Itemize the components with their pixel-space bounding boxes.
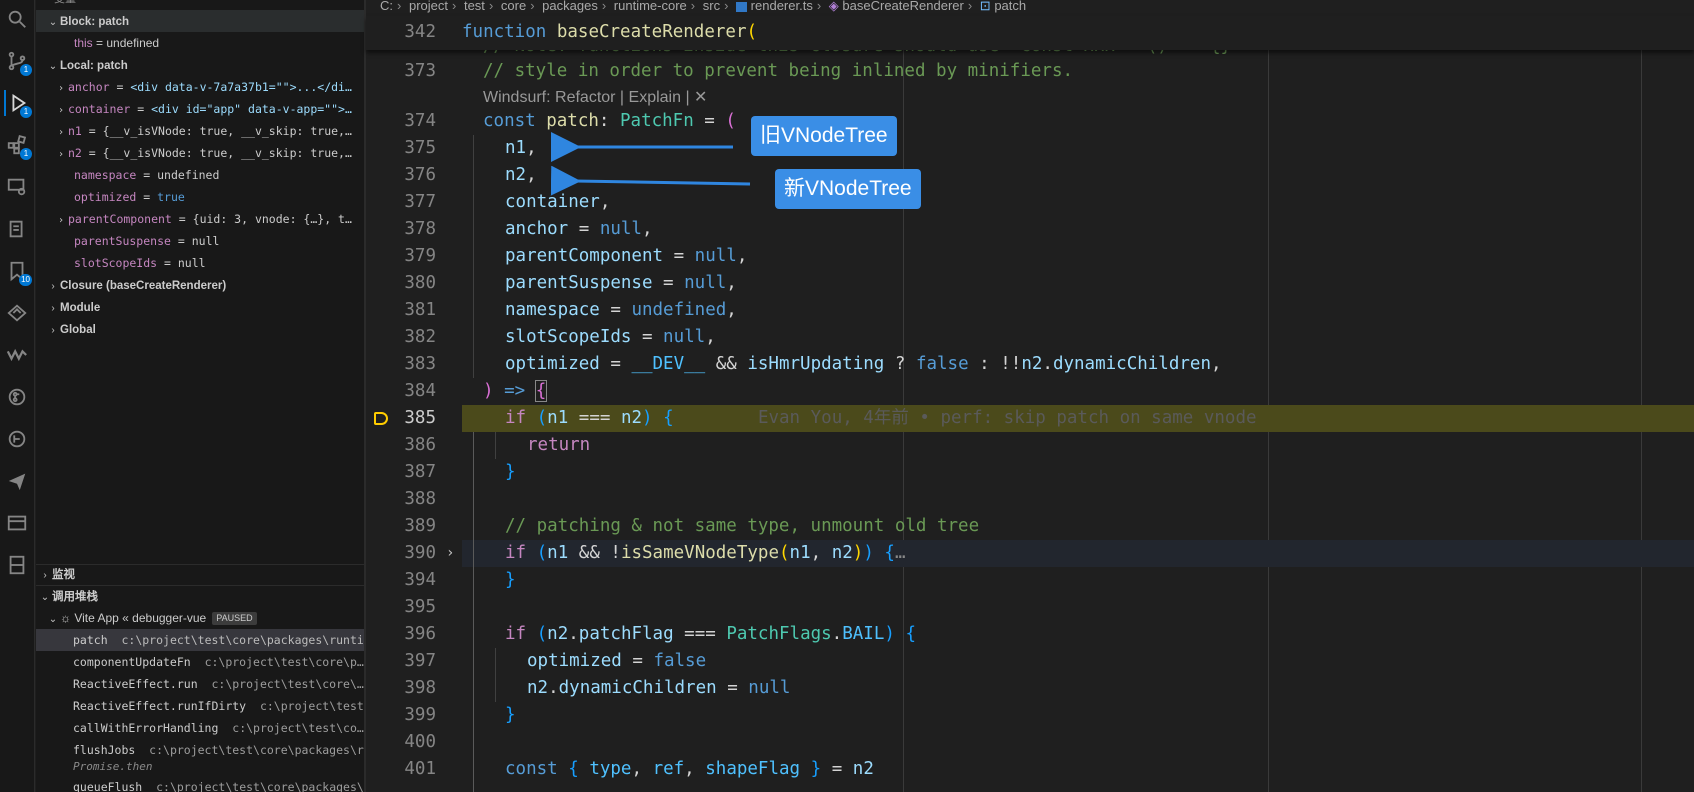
annotation-arrows [550,132,751,196]
call-stack-frame[interactable]: ReactiveEffect.run c:\project\test\core\… [36,673,364,695]
remote-explorer-icon[interactable] [4,174,30,200]
call-stack-frame[interactable]: callWithErrorHandling c:\project\test\co… [36,717,364,739]
code-editor[interactable]: C: › project › test › core › packages › runti… [366,0,1694,792]
extensions-icon[interactable]: 1 [4,132,32,160]
chevron-down-icon: ⌄ [40,592,50,603]
chevron-down-icon: ⌄ [48,61,58,72]
async-separator: Promise.then [73,760,153,773]
debug-badge: 1 [20,106,32,118]
chevron-down-icon: ⌄ [48,17,58,28]
new-vnode-tree-callout: 新VNodeTree [775,169,921,209]
chevron-right-icon: › [51,303,55,314]
chevron-right-icon: › [51,325,55,336]
block-scope-row[interactable]: ⌄ Block: patch [36,10,364,32]
extensions-badge: 1 [20,148,32,160]
chevron-right-icon: › [57,127,65,138]
call-stack-frame[interactable]: patch c:\project\test\core\packages\runt… [36,629,364,651]
variable-parent-component[interactable]: › parentComponent = {uid: 3, vnode: {…}, … [36,208,364,230]
arrow-to-n2 [550,165,751,196]
git-graph-icon[interactable] [4,426,30,452]
global-scope-row[interactable]: › Global [36,318,364,340]
send-icon[interactable] [4,468,30,494]
variable-anchor[interactable]: › anchor = <div data-v-7a7a37b1="">...</d… [36,76,364,98]
closure-scope-row[interactable]: › Closure (baseCreateRenderer) [36,274,364,296]
call-stack-frame[interactable]: ReactiveEffect.runIfDirty c:\project\tes… [36,695,364,717]
source-control-icon[interactable]: 1 [4,48,32,76]
variable-slot-scope-ids[interactable]: slotScopeIds = null [36,252,364,274]
chevron-right-icon: › [57,215,65,226]
debug-session-row[interactable]: ⌄ ☼ Vite App « debugger-vue PAUSED [36,607,364,629]
variable-optimized[interactable]: optimized = true [36,186,364,208]
call-stack-section-header[interactable]: ⌄ 调用堆栈 [36,585,364,607]
call-stack-frame[interactable]: componentUpdateFn c:\project\test\core\p… [36,651,364,673]
module-scope-row[interactable]: › Module [36,296,364,318]
local-scope-row[interactable]: ⌄ Local: patch [36,54,364,76]
source-control-badge: 1 [20,64,32,76]
variables-header[interactable]: 变量 [36,0,364,10]
variable-container[interactable]: › container = <div id="app" data-v-app=""… [36,98,364,120]
variable-this[interactable]: this = undefined [36,32,364,54]
chevron-right-icon: › [43,570,47,581]
copilot-icon[interactable] [4,300,30,326]
chevron-down-icon: ⌄ [48,614,58,625]
gitlens-icon[interactable] [4,384,30,410]
watch-section-header[interactable]: › 监视 [36,563,364,585]
testing-icon[interactable] [4,216,30,242]
bookmarks-icon[interactable]: 10 [4,258,32,286]
bug-icon: ☼ [60,611,71,625]
panel-icon[interactable] [4,552,30,578]
chevron-right-icon: › [57,83,65,94]
variable-n1[interactable]: › n1 = {__v_isVNode: true, __v_skip: true… [36,120,364,142]
debug-side-panel: 变量 ⌄Block: patch this = undefined ⌄Local… [36,0,364,792]
variable-parent-suspense[interactable]: parentSuspense = null [36,230,364,252]
paused-badge: PAUSED [212,612,257,626]
chevron-right-icon: › [51,281,55,292]
activity-bar: 1 1 1 10 [0,0,35,792]
database-icon[interactable] [4,510,30,536]
chevron-right-icon: › [57,149,65,160]
bookmarks-badge: 10 [19,274,32,286]
call-stack-frame[interactable]: queueFlush c:\project\test\core\packages… [36,776,364,792]
run-debug-icon[interactable]: 1 [4,90,32,118]
search-icon[interactable] [4,6,30,32]
windsurf-icon[interactable] [4,342,30,368]
variable-n2[interactable]: › n2 = {__v_isVNode: true, __v_skip: true… [36,142,364,164]
chevron-right-icon: › [57,105,65,116]
old-vnode-tree-callout: 旧VNodeTree [751,116,897,156]
variable-namespace[interactable]: namespace = undefined [36,164,364,186]
